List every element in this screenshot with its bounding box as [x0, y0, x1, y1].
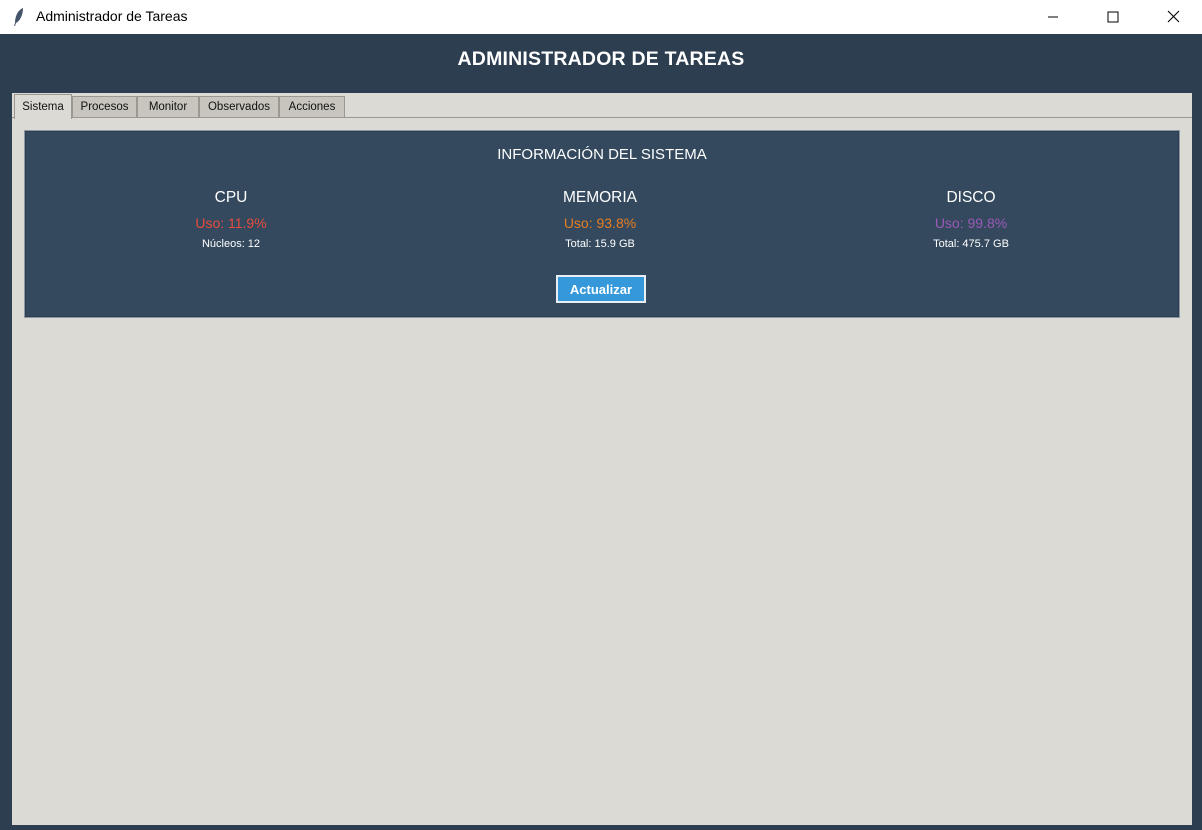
feather-icon	[14, 8, 23, 26]
maximize-icon	[1107, 11, 1119, 22]
close-button[interactable]	[1144, 0, 1202, 33]
notebook: Sistema Procesos Monitor Observados Acci…	[12, 93, 1192, 825]
system-info-panel: INFORMACIÓN DEL SISTEMA CPU Uso: 11.9% N…	[24, 130, 1180, 318]
disk-metric: DISCO Uso: 99.8% Total: 475.7 GB	[861, 189, 1081, 250]
tab-divider	[12, 117, 1192, 118]
app-header-title: ADMINISTRADOR DE TAREAS	[457, 48, 745, 70]
tab-sistema[interactable]: Sistema	[14, 94, 72, 119]
panel-title: INFORMACIÓN DEL SISTEMA	[497, 146, 707, 163]
cpu-cores: Núcleos: 12	[201, 238, 261, 250]
cpu-label: CPU	[214, 189, 248, 206]
tab-monitor[interactable]: Monitor	[137, 96, 199, 117]
disk-usage: Uso: 99.8%	[934, 215, 1008, 231]
tab-observados[interactable]: Observados	[199, 96, 279, 117]
tab-procesos[interactable]: Procesos	[72, 96, 137, 117]
memory-total: Total: 15.9 GB	[565, 238, 635, 250]
window-titlebar: Administrador de Tareas	[0, 0, 1202, 34]
disk-label: DISCO	[946, 189, 996, 206]
refresh-button[interactable]: Actualizar	[556, 275, 646, 303]
memory-label: MEMORIA	[562, 189, 638, 206]
minimize-icon	[1048, 16, 1058, 17]
minimize-button[interactable]	[1024, 0, 1082, 33]
tab-acciones[interactable]: Acciones	[279, 96, 345, 117]
close-icon	[1167, 10, 1179, 23]
cpu-metric: CPU Uso: 11.9% Núcleos: 12	[121, 189, 341, 250]
window-title: Administrador de Tareas	[36, 8, 188, 24]
disk-total: Total: 475.7 GB	[933, 238, 1009, 250]
memory-usage: Uso: 93.8%	[563, 215, 637, 231]
cpu-usage: Uso: 11.9%	[195, 215, 267, 231]
memory-metric: MEMORIA Uso: 93.8% Total: 15.9 GB	[490, 189, 710, 250]
maximize-button[interactable]	[1084, 0, 1142, 33]
app-header: ADMINISTRADOR DE TAREAS	[2, 35, 1200, 93]
